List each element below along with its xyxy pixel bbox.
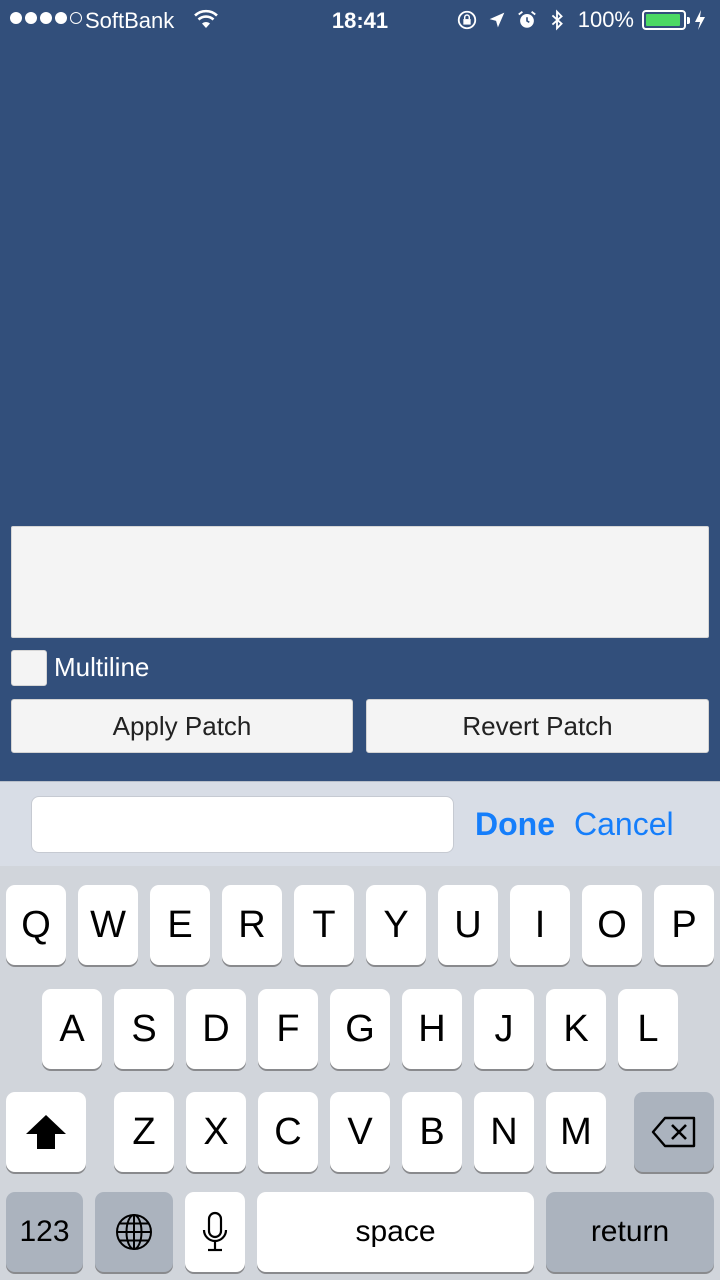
key-m[interactable]: M (546, 1092, 606, 1172)
key-e[interactable]: E (150, 885, 210, 965)
battery-percent: 100% (577, 7, 634, 32)
cancel-button[interactable]: Cancel (574, 806, 674, 843)
alarm-icon (517, 11, 536, 28)
globe-icon (116, 1214, 152, 1250)
dictation-key[interactable] (185, 1192, 245, 1272)
patch-text-area[interactable] (11, 526, 709, 638)
key-n[interactable]: N (474, 1092, 534, 1172)
key-f[interactable]: F (258, 989, 318, 1069)
charging-icon (695, 10, 705, 30)
space-key[interactable]: space (257, 1192, 534, 1272)
key-a[interactable]: A (42, 989, 102, 1069)
microphone-icon (202, 1211, 228, 1252)
key-q[interactable]: Q (6, 885, 66, 965)
key-p[interactable]: P (654, 885, 714, 965)
key-j[interactable]: J (474, 989, 534, 1069)
multiline-label: Multiline (54, 652, 150, 682)
keyboard-accessory-bar: Done Cancel (0, 781, 720, 866)
key-o[interactable]: O (582, 885, 642, 965)
accessory-text-input[interactable] (31, 796, 454, 853)
key-d[interactable]: D (186, 989, 246, 1069)
location-arrow-icon (489, 12, 505, 28)
return-key[interactable]: return (546, 1192, 714, 1272)
key-v[interactable]: V (330, 1092, 390, 1172)
key-h[interactable]: H (402, 989, 462, 1069)
key-l[interactable]: L (618, 989, 678, 1069)
keyboard: Q W E R T Y U I O P A S D F G H J K L Z … (0, 866, 720, 1280)
done-button[interactable]: Done (475, 806, 555, 843)
status-bar: SoftBank 18:41 100% (0, 0, 720, 40)
backspace-key[interactable] (634, 1092, 714, 1172)
globe-key[interactable] (95, 1192, 173, 1272)
key-x[interactable]: X (186, 1092, 246, 1172)
key-y[interactable]: Y (366, 885, 426, 965)
key-c[interactable]: C (258, 1092, 318, 1172)
battery-icon (642, 10, 690, 30)
key-g[interactable]: G (330, 989, 390, 1069)
key-w[interactable]: W (78, 885, 138, 965)
numbers-key[interactable]: 123 (6, 1192, 83, 1272)
multiline-checkbox[interactable] (11, 650, 47, 686)
shift-key[interactable] (6, 1092, 86, 1172)
key-u[interactable]: U (438, 885, 498, 965)
key-r[interactable]: R (222, 885, 282, 965)
key-k[interactable]: K (546, 989, 606, 1069)
shift-arrow-icon (26, 1115, 66, 1149)
orientation-lock-icon (457, 10, 476, 30)
key-t[interactable]: T (294, 885, 354, 965)
key-s[interactable]: S (114, 989, 174, 1069)
backspace-icon (651, 1116, 696, 1148)
apply-patch-button[interactable]: Apply Patch (11, 699, 353, 753)
key-b[interactable]: B (402, 1092, 462, 1172)
key-i[interactable]: I (510, 885, 570, 965)
revert-patch-button[interactable]: Revert Patch (366, 699, 709, 753)
key-z[interactable]: Z (114, 1092, 174, 1172)
bluetooth-icon (551, 9, 563, 31)
